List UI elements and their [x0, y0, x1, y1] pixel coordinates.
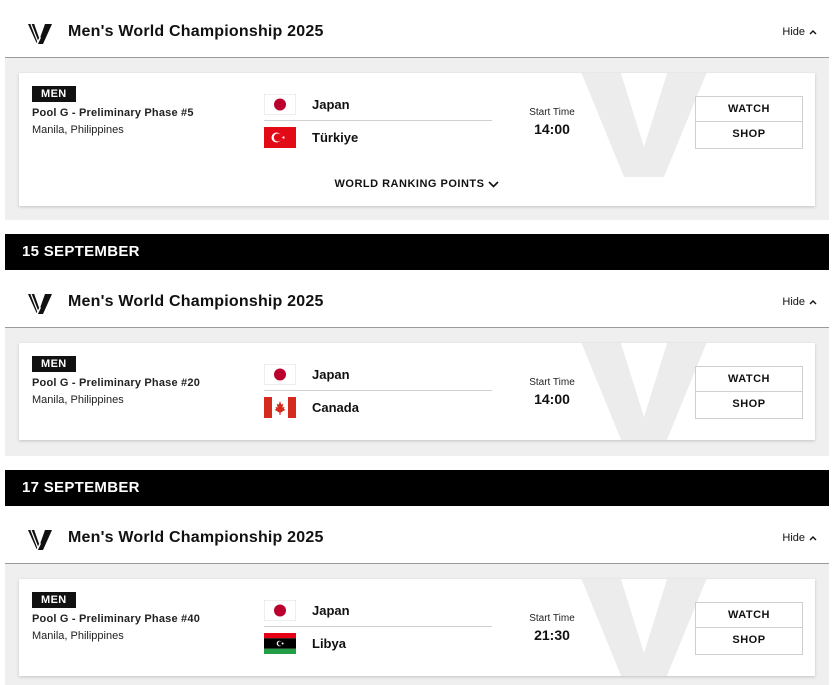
competition-section: Men's World Championship 2025 Hide MEN P… — [5, 516, 829, 685]
chevron-up-icon — [809, 536, 817, 541]
competition-title: Men's World Championship 2025 — [68, 529, 324, 546]
hide-label: Hide — [782, 532, 805, 544]
team-name: Japan — [312, 367, 350, 382]
competition-section: Men's World Championship 2025 Hide MEN P… — [5, 10, 829, 220]
team-name: Japan — [312, 603, 350, 618]
watch-button[interactable]: WATCH — [695, 96, 803, 122]
competition-header: Men's World Championship 2025 Hide — [5, 516, 829, 564]
chevron-up-icon — [809, 30, 817, 35]
competition-title: Men's World Championship 2025 — [68, 23, 324, 40]
competition-header: Men's World Championship 2025 Hide — [5, 280, 829, 328]
date-header: 17 SEPTEMBER — [5, 470, 829, 506]
team-row: Canada — [264, 392, 492, 424]
team-name: Japan — [312, 97, 350, 112]
date-header: 15 SEPTEMBER — [5, 234, 829, 270]
start-time-label: Start Time — [529, 377, 575, 388]
shop-button[interactable]: SHOP — [695, 122, 803, 149]
match-card: MEN Pool G - Preliminary Phase #20 Manil… — [19, 343, 815, 440]
match-phase: Pool G - Preliminary Phase #40 — [32, 613, 201, 625]
hide-label: Hide — [782, 26, 805, 38]
match-venue: Manila, Philippines — [32, 394, 124, 406]
chevron-up-icon — [809, 300, 817, 305]
world-ranking-points-toggle[interactable]: WORLD RANKING POINTS — [19, 178, 815, 190]
match-card: MEN Pool G - Preliminary Phase #5 Manila… — [19, 73, 815, 206]
volleyball-world-logo-icon — [28, 23, 52, 45]
competition-header: Men's World Championship 2025 Hide — [5, 10, 829, 58]
japan-flag-icon — [264, 94, 296, 115]
libya-flag-icon — [264, 633, 296, 654]
gender-badge: MEN — [32, 592, 76, 608]
match-phase: Pool G - Preliminary Phase #5 — [32, 107, 194, 119]
shop-button[interactable]: SHOP — [695, 628, 803, 655]
start-time: 14:00 — [534, 391, 570, 407]
hide-button[interactable]: Hide — [782, 296, 817, 308]
team-name: Canada — [312, 400, 359, 415]
chevron-down-icon — [488, 181, 500, 188]
gender-badge: MEN — [32, 86, 76, 102]
match-venue: Manila, Philippines — [32, 124, 124, 136]
team-row: Libya — [264, 628, 492, 660]
team-name: Türkiye — [312, 130, 359, 145]
match-card: MEN Pool G - Preliminary Phase #40 Manil… — [19, 579, 815, 676]
start-time-label: Start Time — [529, 613, 575, 624]
start-time-label: Start Time — [529, 107, 575, 118]
watch-button[interactable]: WATCH — [695, 602, 803, 628]
world-ranking-points-label: WORLD RANKING POINTS — [334, 178, 485, 190]
shop-button[interactable]: SHOP — [695, 392, 803, 419]
volleyball-world-logo-icon — [28, 293, 52, 315]
hide-label: Hide — [782, 296, 805, 308]
team-name: Libya — [312, 636, 346, 651]
match-venue: Manila, Philippines — [32, 630, 124, 642]
start-time: 21:30 — [534, 627, 570, 643]
hide-button[interactable]: Hide — [782, 532, 817, 544]
canada-flag-icon — [264, 397, 296, 418]
watch-button[interactable]: WATCH — [695, 366, 803, 392]
japan-flag-icon — [264, 364, 296, 385]
team-row: Japan — [264, 359, 492, 391]
team-row: Japan — [264, 595, 492, 627]
hide-button[interactable]: Hide — [782, 26, 817, 38]
competition-section: Men's World Championship 2025 Hide MEN P… — [5, 280, 829, 456]
competition-title: Men's World Championship 2025 — [68, 293, 324, 310]
team-row: Japan — [264, 89, 492, 121]
start-time: 14:00 — [534, 121, 570, 137]
team-row: Türkiye — [264, 122, 492, 154]
volleyball-world-logo-icon — [28, 529, 52, 551]
match-phase: Pool G - Preliminary Phase #20 — [32, 377, 201, 389]
japan-flag-icon — [264, 600, 296, 621]
gender-badge: MEN — [32, 356, 76, 372]
turkiye-flag-icon — [264, 127, 296, 148]
